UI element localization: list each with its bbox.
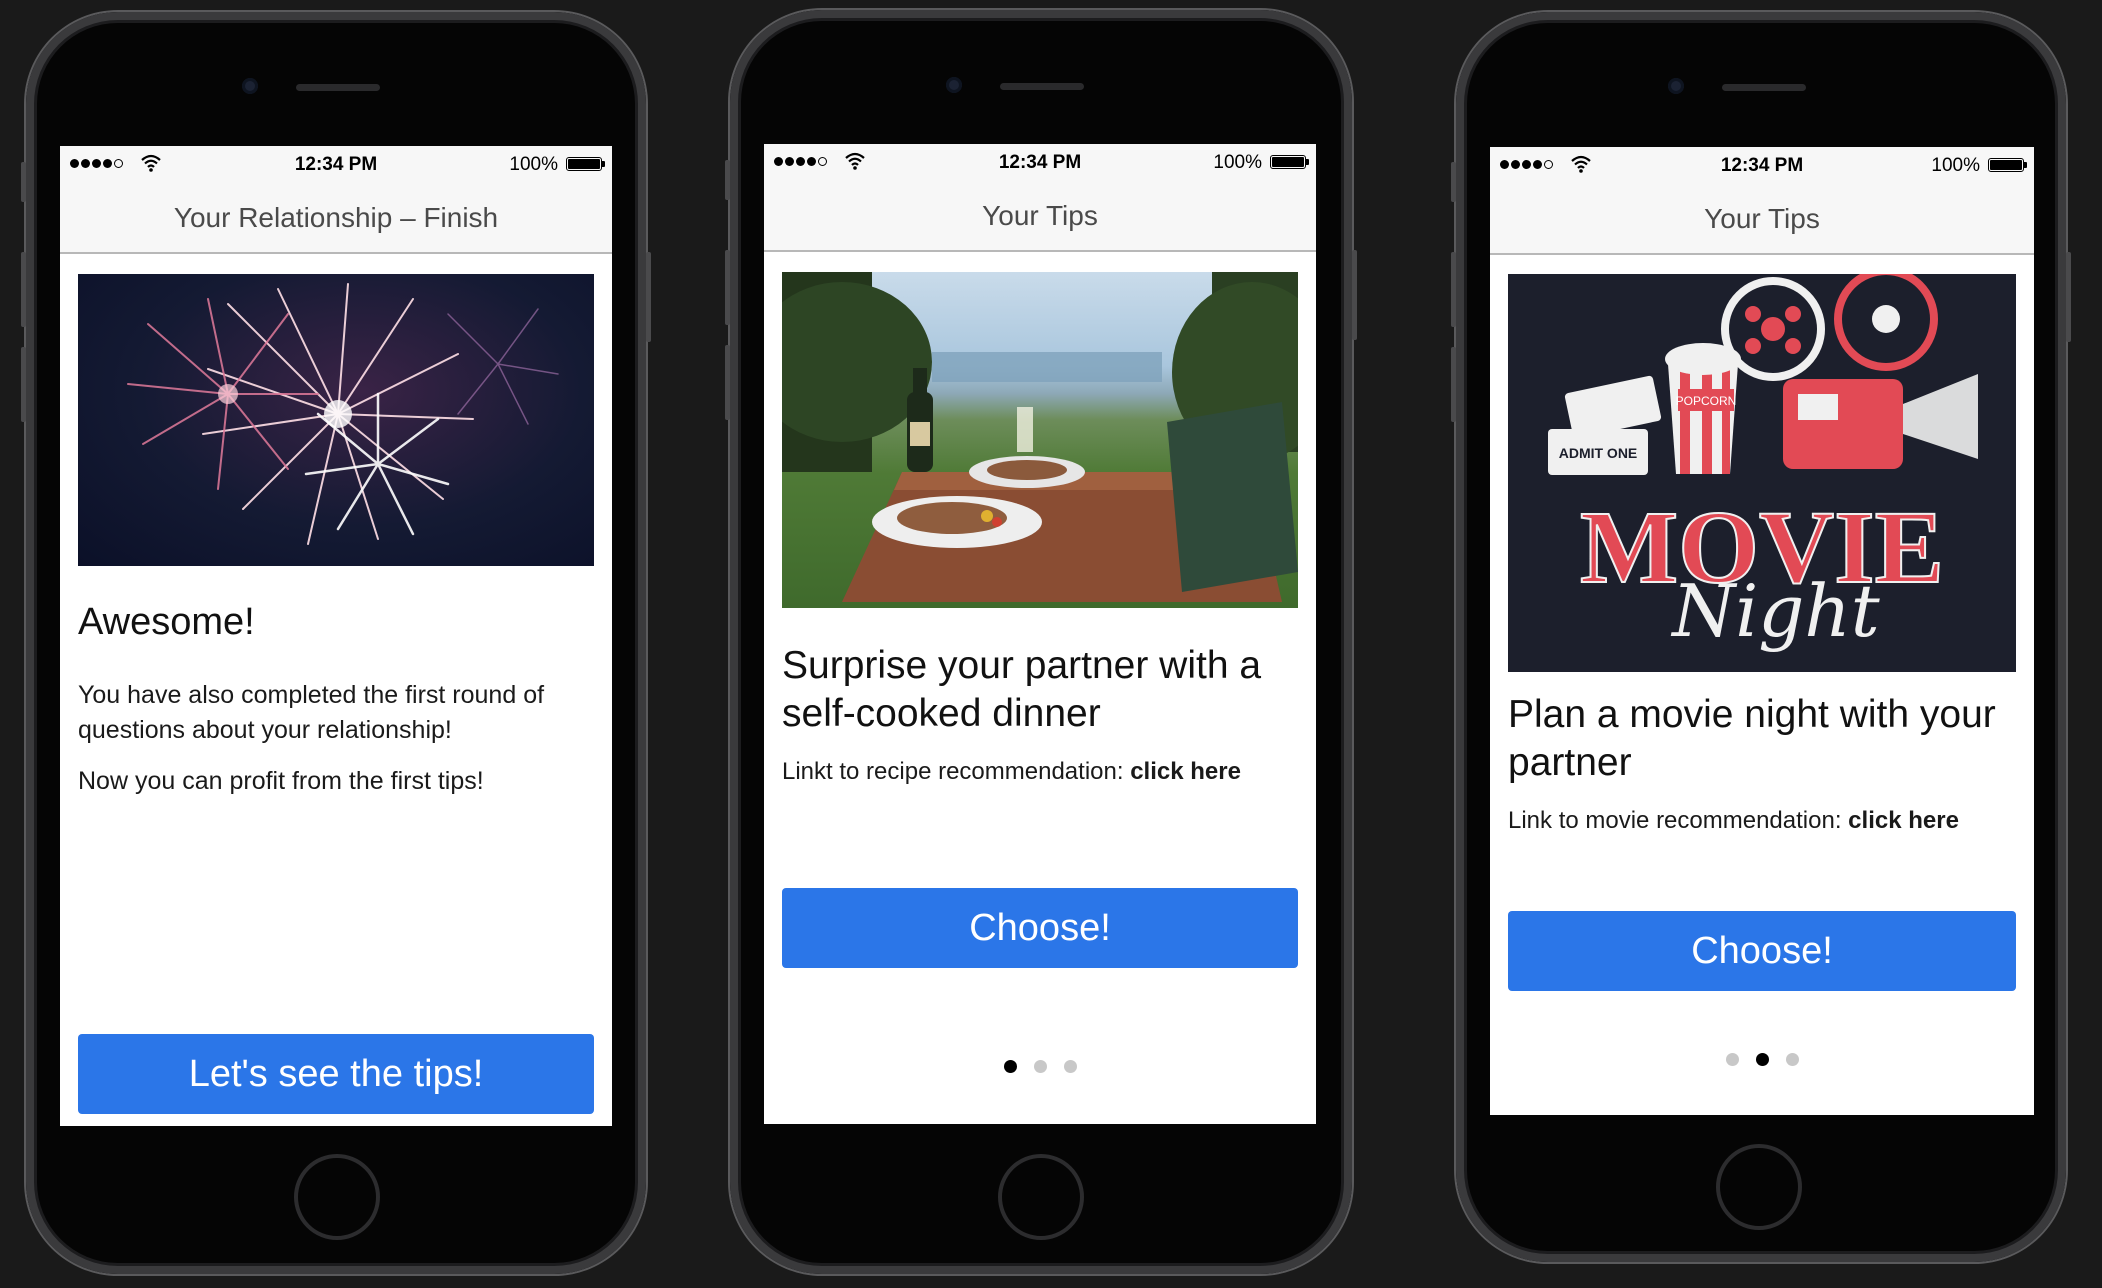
paragraph-profit: Now you can profit from the first tips! xyxy=(78,767,484,795)
volume-up-button xyxy=(1451,252,1456,327)
volume-down-button xyxy=(21,347,26,422)
status-bar: 12:34 PM 100% xyxy=(60,146,612,182)
recipe-link-line: Linkt to recipe recommendation: click he… xyxy=(782,758,1298,786)
paragraph-completed: You have also completed the first round … xyxy=(78,681,545,744)
movie-link-label: Link to movie recommendation: xyxy=(1508,807,1849,834)
earpiece-speaker xyxy=(296,84,380,91)
recipe-click-here-link[interactable]: click here xyxy=(1130,758,1241,785)
mute-switch xyxy=(725,160,730,200)
movie-click-here-link[interactable]: click here xyxy=(1848,807,1959,834)
earpiece-speaker xyxy=(1000,83,1084,90)
mute-switch xyxy=(1451,162,1456,202)
battery-percent: 100% xyxy=(509,154,558,175)
status-bar: 12:34 PM 100% xyxy=(1490,147,2034,183)
fireworks-image xyxy=(78,274,594,566)
volume-up-button xyxy=(21,252,26,327)
battery-percent: 100% xyxy=(1931,155,1980,176)
home-button[interactable] xyxy=(998,1154,1084,1240)
page-indicator[interactable] xyxy=(764,1060,1316,1073)
power-button xyxy=(646,252,651,342)
ticket-label: ADMIT ONE xyxy=(1559,445,1638,461)
night-script-art: Night xyxy=(1670,569,1880,653)
recipe-link-label: Linkt to recipe recommendation: xyxy=(782,758,1131,785)
home-button[interactable] xyxy=(1716,1144,1802,1230)
battery-icon xyxy=(1270,155,1306,169)
page-indicator[interactable] xyxy=(1490,1053,2034,1066)
choose-button[interactable]: Choose! xyxy=(782,888,1298,968)
front-camera xyxy=(242,78,258,94)
page-dot-1[interactable] xyxy=(1725,1053,1739,1066)
status-bar: 12:34 PM 100% xyxy=(764,144,1316,180)
power-button xyxy=(2066,252,2071,342)
phone-2: 12:34 PM 100% Your Tips Surprise your pa… xyxy=(725,10,1357,1274)
choose-button[interactable]: Choose! xyxy=(1508,911,2016,991)
nav-title: Your Relationship – Finish xyxy=(60,182,612,254)
power-button xyxy=(1352,250,1357,340)
page-dot-2[interactable] xyxy=(1033,1060,1047,1073)
screen: 12:34 PM 100% Your Relationship – Finish xyxy=(60,146,612,1126)
front-camera xyxy=(946,77,962,93)
page-dot-2[interactable] xyxy=(1755,1053,1769,1066)
volume-up-button xyxy=(725,250,730,325)
popcorn-label: POPCORN xyxy=(1676,394,1737,408)
phone-1: 12:34 PM 100% Your Relationship – Finish xyxy=(21,12,651,1274)
battery-icon xyxy=(1988,158,2024,172)
heading: Plan a movie night with your partner xyxy=(1508,693,1996,784)
nav-title: Your Tips xyxy=(1490,183,2034,255)
battery-percent: 100% xyxy=(1213,152,1262,173)
earpiece-speaker xyxy=(1722,84,1806,91)
page-dot-3[interactable] xyxy=(1785,1053,1799,1066)
volume-down-button xyxy=(1451,347,1456,422)
heading: Awesome! xyxy=(78,601,255,643)
screen: 12:34 PM 100% Your Tips Surprise your pa… xyxy=(764,144,1316,1124)
mute-switch xyxy=(21,162,26,202)
page-dot-1[interactable] xyxy=(1003,1060,1017,1073)
phone-3: 12:34 PM 100% Your Tips POPCORN ADMIT ON… xyxy=(1451,12,2071,1262)
see-tips-button[interactable]: Let's see the tips! xyxy=(78,1034,594,1114)
movie-link-line: Link to movie recommendation: click here xyxy=(1508,807,2016,835)
heading: Surprise your partner with a self-cooked… xyxy=(782,644,1262,735)
movie-night-image: POPCORN ADMIT ONE MOVIE Night xyxy=(1508,274,2016,672)
home-button[interactable] xyxy=(294,1154,380,1240)
battery-icon xyxy=(566,157,602,171)
dinner-image xyxy=(782,272,1298,608)
front-camera xyxy=(1668,78,1684,94)
page-dot-3[interactable] xyxy=(1063,1060,1077,1073)
screen: 12:34 PM 100% Your Tips POPCORN ADMIT ON… xyxy=(1490,147,2034,1115)
nav-title: Your Tips xyxy=(764,180,1316,252)
volume-down-button xyxy=(725,345,730,420)
